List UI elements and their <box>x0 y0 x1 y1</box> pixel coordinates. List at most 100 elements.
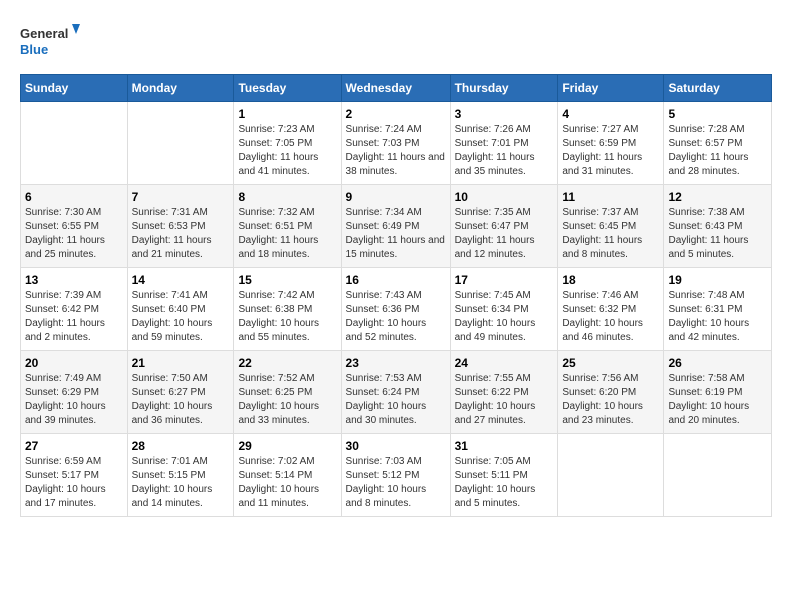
day-info: Sunrise: 7:45 AM Sunset: 6:34 PM Dayligh… <box>455 289 554 345</box>
calendar-cell <box>558 434 664 517</box>
day-info: Sunrise: 7:30 AM Sunset: 6:55 PM Dayligh… <box>25 206 123 262</box>
day-number: 26 <box>668 356 767 370</box>
day-info: Sunrise: 7:38 AM Sunset: 6:43 PM Dayligh… <box>668 206 767 262</box>
calendar-cell: 8Sunrise: 7:32 AM Sunset: 6:51 PM Daylig… <box>234 185 341 268</box>
day-number: 22 <box>238 356 336 370</box>
day-info: Sunrise: 7:49 AM Sunset: 6:29 PM Dayligh… <box>25 372 123 428</box>
logo: General Blue <box>20 20 80 64</box>
day-info: Sunrise: 7:26 AM Sunset: 7:01 PM Dayligh… <box>455 123 554 179</box>
day-info: Sunrise: 7:27 AM Sunset: 6:59 PM Dayligh… <box>562 123 659 179</box>
day-number: 17 <box>455 273 554 287</box>
day-number: 2 <box>346 107 446 121</box>
day-info: Sunrise: 7:46 AM Sunset: 6:32 PM Dayligh… <box>562 289 659 345</box>
calendar-table: SundayMondayTuesdayWednesdayThursdayFrid… <box>20 74 772 517</box>
weekday-header-friday: Friday <box>558 75 664 102</box>
calendar-cell: 5 Sunrise: 7:28 AM Sunset: 6:57 PM Daylig… <box>664 102 772 185</box>
day-number: 7 <box>132 190 230 204</box>
week-row-3: 13 Sunrise: 7:39 AM Sunset: 6:42 PM Dayli… <box>21 268 772 351</box>
calendar-cell <box>664 434 772 517</box>
day-info: Sunrise: 7:48 AM Sunset: 6:31 PM Dayligh… <box>668 289 767 345</box>
day-number: 21 <box>132 356 230 370</box>
day-number: 20 <box>25 356 123 370</box>
day-number: 13 <box>25 273 123 287</box>
day-info: Sunrise: 7:55 AM Sunset: 6:22 PM Dayligh… <box>455 372 554 428</box>
day-info: Sunrise: 7:50 AM Sunset: 6:27 PM Dayligh… <box>132 372 230 428</box>
calendar-cell: 21 Sunrise: 7:50 AM Sunset: 6:27 PM Dayli… <box>127 351 234 434</box>
calendar-cell: 18 Sunrise: 7:46 AM Sunset: 6:32 PM Dayli… <box>558 268 664 351</box>
day-info: Sunrise: 7:32 AM Sunset: 6:51 PM Dayligh… <box>238 206 336 262</box>
day-number: 19 <box>668 273 767 287</box>
calendar-cell: 9Sunrise: 7:34 AM Sunset: 6:49 PM Daylig… <box>341 185 450 268</box>
svg-text:Blue: Blue <box>20 42 48 57</box>
day-number: 6 <box>25 190 123 204</box>
calendar-cell: 14Sunrise: 7:41 AM Sunset: 6:40 PM Dayli… <box>127 268 234 351</box>
week-row-4: 20 Sunrise: 7:49 AM Sunset: 6:29 PM Dayli… <box>21 351 772 434</box>
day-info: Sunrise: 6:59 AM Sunset: 5:17 PM Dayligh… <box>25 455 123 511</box>
calendar-cell: 25Sunrise: 7:56 AM Sunset: 6:20 PM Dayli… <box>558 351 664 434</box>
day-info: Sunrise: 7:23 AM Sunset: 7:05 PM Dayligh… <box>238 123 336 179</box>
calendar-cell: 2Sunrise: 7:24 AM Sunset: 7:03 PM Daylig… <box>341 102 450 185</box>
logo-svg: General Blue <box>20 20 80 64</box>
calendar-cell: 6 Sunrise: 7:30 AM Sunset: 6:55 PM Daylig… <box>21 185 128 268</box>
day-info: Sunrise: 7:39 AM Sunset: 6:42 PM Dayligh… <box>25 289 123 345</box>
weekday-header-tuesday: Tuesday <box>234 75 341 102</box>
calendar-cell: 26 Sunrise: 7:58 AM Sunset: 6:19 PM Dayli… <box>664 351 772 434</box>
calendar-cell: 10 Sunrise: 7:35 AM Sunset: 6:47 PM Dayli… <box>450 185 558 268</box>
calendar-cell: 7 Sunrise: 7:31 AM Sunset: 6:53 PM Daylig… <box>127 185 234 268</box>
calendar-cell: 17 Sunrise: 7:45 AM Sunset: 6:34 PM Dayli… <box>450 268 558 351</box>
calendar-cell <box>21 102 128 185</box>
day-number: 27 <box>25 439 123 453</box>
day-number: 11 <box>562 190 659 204</box>
day-info: Sunrise: 7:34 AM Sunset: 6:49 PM Dayligh… <box>346 206 446 262</box>
weekday-header-monday: Monday <box>127 75 234 102</box>
day-info: Sunrise: 7:03 AM Sunset: 5:12 PM Dayligh… <box>346 455 446 511</box>
calendar-cell: 20 Sunrise: 7:49 AM Sunset: 6:29 PM Dayli… <box>21 351 128 434</box>
day-info: Sunrise: 7:28 AM Sunset: 6:57 PM Dayligh… <box>668 123 767 179</box>
calendar-cell: 23 Sunrise: 7:53 AM Sunset: 6:24 PM Dayli… <box>341 351 450 434</box>
day-number: 25 <box>562 356 659 370</box>
day-number: 24 <box>455 356 554 370</box>
calendar-cell: 30 Sunrise: 7:03 AM Sunset: 5:12 PM Dayli… <box>341 434 450 517</box>
day-number: 30 <box>346 439 446 453</box>
day-number: 15 <box>238 273 336 287</box>
day-info: Sunrise: 7:53 AM Sunset: 6:24 PM Dayligh… <box>346 372 446 428</box>
weekday-header-sunday: Sunday <box>21 75 128 102</box>
day-info: Sunrise: 7:01 AM Sunset: 5:15 PM Dayligh… <box>132 455 230 511</box>
calendar-cell: 22 Sunrise: 7:52 AM Sunset: 6:25 PM Dayli… <box>234 351 341 434</box>
week-row-5: 27 Sunrise: 6:59 AM Sunset: 5:17 PM Dayli… <box>21 434 772 517</box>
day-number: 31 <box>455 439 554 453</box>
day-number: 10 <box>455 190 554 204</box>
day-info: Sunrise: 7:52 AM Sunset: 6:25 PM Dayligh… <box>238 372 336 428</box>
day-number: 4 <box>562 107 659 121</box>
calendar-cell: 15 Sunrise: 7:42 AM Sunset: 6:38 PM Dayli… <box>234 268 341 351</box>
day-number: 3 <box>455 107 554 121</box>
day-info: Sunrise: 7:31 AM Sunset: 6:53 PM Dayligh… <box>132 206 230 262</box>
day-info: Sunrise: 7:41 AM Sunset: 6:40 PM Dayligh… <box>132 289 230 345</box>
day-info: Sunrise: 7:02 AM Sunset: 5:14 PM Dayligh… <box>238 455 336 511</box>
calendar-cell: 11Sunrise: 7:37 AM Sunset: 6:45 PM Dayli… <box>558 185 664 268</box>
day-number: 18 <box>562 273 659 287</box>
day-info: Sunrise: 7:05 AM Sunset: 5:11 PM Dayligh… <box>455 455 554 511</box>
calendar-cell: 29Sunrise: 7:02 AM Sunset: 5:14 PM Dayli… <box>234 434 341 517</box>
header: General Blue <box>20 20 772 64</box>
calendar-cell: 27 Sunrise: 6:59 AM Sunset: 5:17 PM Dayli… <box>21 434 128 517</box>
day-number: 16 <box>346 273 446 287</box>
weekday-header-saturday: Saturday <box>664 75 772 102</box>
day-info: Sunrise: 7:35 AM Sunset: 6:47 PM Dayligh… <box>455 206 554 262</box>
day-number: 5 <box>668 107 767 121</box>
day-number: 28 <box>132 439 230 453</box>
day-number: 23 <box>346 356 446 370</box>
calendar-cell: 19 Sunrise: 7:48 AM Sunset: 6:31 PM Dayli… <box>664 268 772 351</box>
day-info: Sunrise: 7:42 AM Sunset: 6:38 PM Dayligh… <box>238 289 336 345</box>
day-info: Sunrise: 7:43 AM Sunset: 6:36 PM Dayligh… <box>346 289 446 345</box>
calendar-cell: 16 Sunrise: 7:43 AM Sunset: 6:36 PM Dayli… <box>341 268 450 351</box>
day-number: 1 <box>238 107 336 121</box>
calendar-cell <box>127 102 234 185</box>
svg-text:General: General <box>20 26 68 41</box>
calendar-cell: 13 Sunrise: 7:39 AM Sunset: 6:42 PM Dayli… <box>21 268 128 351</box>
day-info: Sunrise: 7:58 AM Sunset: 6:19 PM Dayligh… <box>668 372 767 428</box>
week-row-2: 6 Sunrise: 7:30 AM Sunset: 6:55 PM Daylig… <box>21 185 772 268</box>
calendar-cell: 31 Sunrise: 7:05 AM Sunset: 5:11 PM Dayli… <box>450 434 558 517</box>
day-number: 12 <box>668 190 767 204</box>
calendar-cell: 12 Sunrise: 7:38 AM Sunset: 6:43 PM Dayli… <box>664 185 772 268</box>
